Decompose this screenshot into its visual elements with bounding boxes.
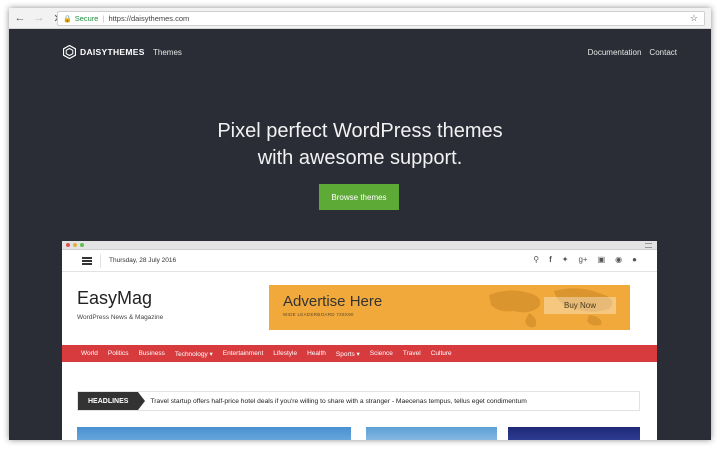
instagram-icon[interactable]: ▣ (598, 255, 606, 264)
daisythemes-logo-icon (63, 45, 76, 59)
preview-brand-row: EasyMag WordPress News & Magazine Advert… (62, 272, 657, 345)
preview-menu-icon (645, 243, 652, 248)
nav-link-themes[interactable]: Themes (153, 48, 182, 57)
featured-image-3[interactable] (508, 427, 640, 440)
address-bar[interactable]: 🔒 Secure | https://daisythemes.com ☆ (57, 11, 705, 26)
hero-line-1: Pixel perfect WordPress themes (217, 120, 503, 142)
bookmark-star-icon[interactable]: ☆ (690, 13, 698, 24)
featured-image-1[interactable] (77, 427, 351, 440)
category-world[interactable]: World (81, 350, 98, 357)
lock-icon: 🔒 (63, 15, 72, 23)
maximize-dot-icon (80, 243, 84, 247)
headlines-label: HEADLINES (78, 392, 146, 410)
site-logo[interactable]: DAISYTHEMES (63, 45, 145, 59)
nav-link-documentation[interactable]: Documentation (588, 48, 642, 57)
browse-themes-button[interactable]: Browse themes (319, 184, 399, 210)
ad-subtitle: WIDE LEADERBOARD 728X90 (283, 312, 354, 317)
facebook-icon[interactable]: f (549, 255, 552, 264)
theme-preview-window: Thursday, 28 July 2016 ⚲ f ✦ g+ ▣ ◉ ● Ea… (62, 241, 657, 440)
secure-label: Secure (74, 14, 99, 23)
googleplus-icon[interactable]: g+ (578, 255, 587, 264)
category-culture[interactable]: Culture (431, 350, 452, 357)
featured-image-2[interactable] (366, 427, 497, 440)
preview-site-title[interactable]: EasyMag (77, 288, 152, 309)
url-separator: | (102, 14, 105, 23)
topbar-divider (100, 253, 101, 268)
logo-text: DAISYTHEMES (80, 47, 145, 57)
category-business[interactable]: Business (138, 350, 164, 357)
close-dot-icon (66, 243, 70, 247)
category-entertainment[interactable]: Entertainment (223, 350, 263, 357)
url-text: https://daisythemes.com (108, 14, 190, 23)
flickr-icon[interactable]: ● (632, 255, 637, 264)
headline-link[interactable]: Travel startup offers half-price hotel d… (150, 398, 526, 405)
browser-window: ← → ✕ 🔒 Secure | https://daisythemes.com… (9, 8, 711, 440)
site-page: DAISYTHEMES Themes Documentation Contact… (9, 30, 711, 440)
category-lifestyle[interactable]: Lifestyle (273, 350, 297, 357)
ad-title: Advertise Here (283, 293, 383, 310)
advertisement-banner[interactable]: Advertise Here WIDE LEADERBOARD 728X90 B… (269, 285, 630, 330)
social-icons: ⚲ f ✦ g+ ▣ ◉ ● (533, 255, 637, 264)
buy-now-button[interactable]: Buy Now (544, 297, 616, 314)
preview-topbar: Thursday, 28 July 2016 ⚲ f ✦ g+ ▣ ◉ ● (62, 250, 657, 272)
current-date: Thursday, 28 July 2016 (109, 257, 177, 264)
category-technology[interactable]: Technology ▾ (175, 350, 213, 358)
github-icon[interactable]: ◉ (615, 255, 622, 264)
hero-line-2: with awesome support. (257, 147, 463, 169)
twitter-icon[interactable]: ✦ (562, 255, 569, 264)
forward-icon[interactable]: → (31, 10, 47, 26)
nav-link-contact[interactable]: Contact (649, 48, 677, 57)
preview-window-titlebar (62, 241, 657, 250)
minimize-dot-icon (73, 243, 77, 247)
category-health[interactable]: Health (307, 350, 326, 357)
category-science[interactable]: Science (370, 350, 393, 357)
top-nav-right: Documentation Contact (588, 48, 677, 57)
category-nav: World Politics Business Technology ▾ Ent… (62, 345, 657, 362)
category-politics[interactable]: Politics (108, 350, 129, 357)
hamburger-menu-icon[interactable] (82, 256, 92, 265)
hero-heading: Pixel perfect WordPress themes with awes… (9, 118, 711, 172)
browser-toolbar: ← → ✕ 🔒 Secure | https://daisythemes.com… (9, 8, 711, 29)
back-icon[interactable]: ← (12, 10, 28, 26)
search-icon[interactable]: ⚲ (533, 255, 539, 264)
category-travel[interactable]: Travel (403, 350, 421, 357)
preview-site-tagline: WordPress News & Magazine (77, 314, 164, 321)
category-sports[interactable]: Sports ▾ (336, 350, 360, 358)
headlines-ticker: HEADLINES Travel startup offers half-pri… (77, 391, 640, 411)
